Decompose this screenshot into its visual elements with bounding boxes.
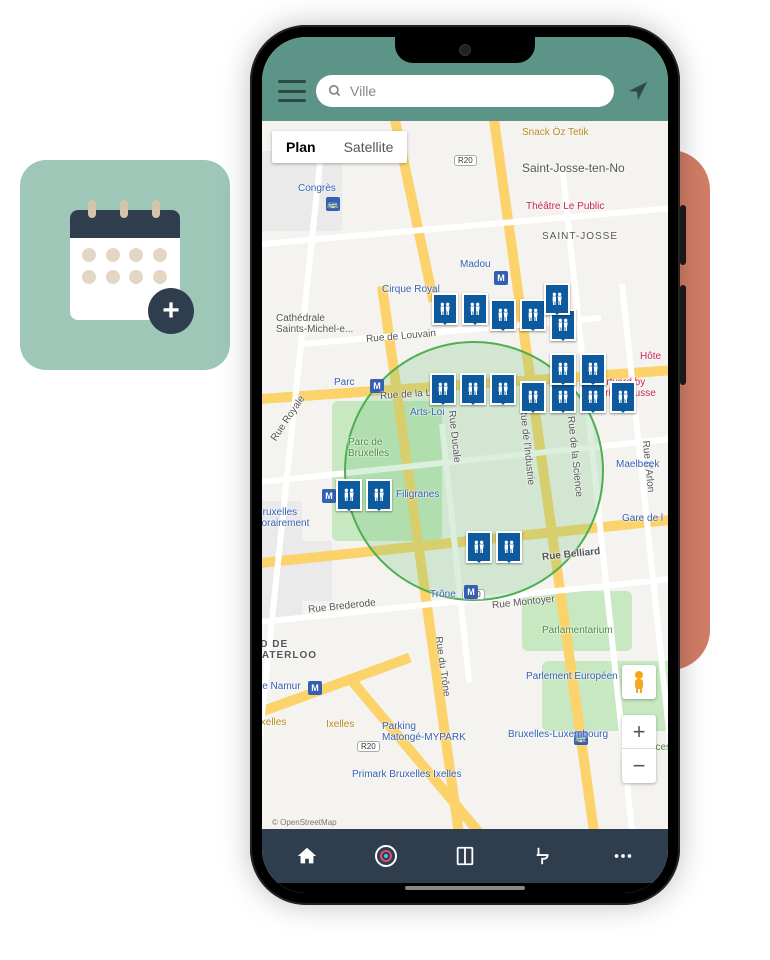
poi-label: Parking Matongé-MYPARK — [382, 721, 466, 743]
toilet-marker[interactable] — [544, 283, 570, 315]
toilet-marker[interactable] — [466, 531, 492, 563]
toilet-marker[interactable] — [432, 293, 458, 325]
toilet-marker[interactable] — [490, 373, 516, 405]
poi-label: Ixelles — [262, 717, 286, 728]
poi-label: Cathédrale Saints-Michel-e... — [276, 313, 353, 335]
poi-label: Maelbeek — [616, 459, 659, 470]
locate-icon — [627, 80, 649, 102]
streetview-pegman[interactable] — [622, 665, 656, 699]
area-label: Saint-Josse-ten-No — [522, 161, 625, 175]
calendar-icon: + — [70, 210, 180, 320]
poi-label: Hôte — [640, 351, 661, 362]
phone-screen: Ville — [262, 37, 668, 893]
poi-label: le Namur — [262, 681, 301, 692]
poi-label: Théâtre Le Public — [526, 201, 604, 212]
route-shield: R20 — [357, 741, 380, 752]
tab-satellite[interactable]: Satellite — [330, 131, 408, 163]
poi-label: Parlamentarium — [542, 625, 613, 636]
area-label: SAINT-JOSSE — [542, 231, 618, 242]
toilet-marker[interactable] — [462, 293, 488, 325]
nav-toilet[interactable] — [530, 842, 558, 870]
phone-side-button — [680, 205, 686, 265]
toilet-marker[interactable] — [520, 381, 546, 413]
poi-label: Gare de l — [622, 513, 663, 524]
nav-more[interactable] — [609, 842, 637, 870]
poi-label: Congrès — [298, 183, 336, 194]
map-canvas: R20 R20 R20 🚌 M M M M 🚌 M Snack Öz Tetik… — [262, 121, 668, 829]
plus-icon: + — [148, 288, 194, 334]
metro-icon: M — [464, 585, 478, 599]
nav-record[interactable] — [372, 842, 400, 870]
search-input[interactable]: Ville — [316, 75, 614, 107]
zoom-in-button[interactable]: + — [622, 715, 656, 749]
area-label: BD DE WATERLOO — [262, 639, 317, 661]
toilet-marker[interactable] — [430, 373, 456, 405]
menu-button[interactable] — [278, 80, 306, 102]
toilet-marker[interactable] — [610, 381, 636, 413]
park-label: Parc de Bruxelles — [348, 437, 389, 459]
home-indicator — [262, 883, 668, 893]
street-label: Rue de Louvain — [366, 328, 437, 345]
toilet-marker[interactable] — [366, 479, 392, 511]
toilet-marker[interactable] — [550, 353, 576, 385]
toilet-marker[interactable] — [490, 299, 516, 331]
poi-label: Bruxelles-Luxembourg — [508, 729, 608, 740]
poi-label: Filigranes — [396, 489, 439, 500]
metro-icon: M — [308, 681, 322, 695]
toilet-marker[interactable] — [460, 373, 486, 405]
route-shield: R20 — [454, 155, 477, 166]
poi-label: Primark Bruxelles Ixelles — [352, 769, 461, 780]
phone-side-button — [680, 285, 686, 385]
map-view-tabs: Plan Satellite — [272, 131, 407, 163]
poi-label: Bruxelles porairement — [262, 507, 309, 529]
toilet-marker[interactable] — [580, 353, 606, 385]
toilet-marker[interactable] — [336, 479, 362, 511]
nav-home[interactable] — [293, 842, 321, 870]
toilet-marker[interactable] — [496, 531, 522, 563]
poi-label: Parc — [334, 377, 355, 388]
poi-label: Snack Öz Tetik — [522, 127, 589, 138]
metro-icon: M — [322, 489, 336, 503]
transit-icon: 🚌 — [326, 197, 340, 211]
zoom-out-button[interactable]: − — [622, 749, 656, 783]
metro-icon: M — [494, 271, 508, 285]
calendar-add-badge: + — [20, 160, 230, 370]
search-placeholder: Ville — [350, 83, 376, 99]
poi-label: Parlement Européen — [526, 671, 618, 682]
locate-me-button[interactable] — [624, 77, 652, 105]
nav-notes[interactable] — [451, 842, 479, 870]
bottom-nav — [262, 829, 668, 883]
map-attribution: © OpenStreetMap — [272, 818, 337, 827]
pegman-icon — [629, 670, 649, 694]
tab-plan[interactable]: Plan — [272, 131, 330, 163]
search-icon — [328, 84, 342, 98]
poi-label: Trône — [430, 589, 456, 600]
map-view[interactable]: R20 R20 R20 🚌 M M M M 🚌 M Snack Öz Tetik… — [262, 121, 668, 829]
zoom-controls: + − — [622, 715, 656, 783]
toilet-marker[interactable] — [520, 299, 546, 331]
phone-mockup: Ville — [250, 25, 680, 905]
phone-notch — [395, 37, 535, 63]
poi-label: Madou — [460, 259, 491, 270]
poi-label: Ixelles — [326, 719, 354, 730]
